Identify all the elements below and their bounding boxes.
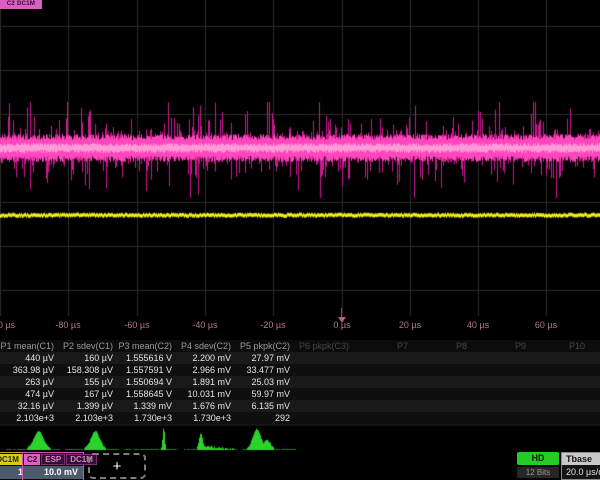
c2-trace-badge[interactable]: C2 DC1M (0, 0, 42, 9)
measure-cell (531, 376, 590, 388)
measure-cell (531, 352, 590, 364)
measure-cell (531, 400, 590, 412)
timebase-descriptor[interactable]: Tbase 20.0 µs/div (561, 452, 600, 480)
measure-cell (413, 400, 472, 412)
param-header-P2[interactable]: P2 sdev(C1) (59, 340, 118, 352)
time-axis-label: 40 µs (467, 320, 489, 330)
measure-cell (472, 400, 531, 412)
measure-cell: 474 µV (0, 388, 59, 400)
timebase-title: Tbase (562, 453, 600, 465)
measure-cell: 1.399 µV (59, 400, 118, 412)
c2-label: C2 (24, 454, 40, 465)
measure-cell (531, 388, 590, 400)
measure-cell (295, 364, 354, 376)
param-header-P8[interactable]: P8 (413, 340, 472, 352)
param-header-P3[interactable]: P3 mean(C2) (118, 340, 177, 352)
param-header-P10[interactable]: P10 (531, 340, 590, 352)
param-header-P6[interactable]: P6 pkpk(C3) (295, 340, 354, 352)
waveform-display[interactable] (0, 0, 600, 316)
param-header-P1[interactable]: P1 mean(C1) (0, 340, 59, 352)
measure-cell: 10.031 mV (177, 388, 236, 400)
measure-cell (531, 364, 590, 376)
measure-cell: 1.730e+3 (118, 412, 177, 424)
time-axis-label: 20 µs (399, 320, 421, 330)
measure-cell (413, 388, 472, 400)
measure-cell: 2.966 mV (177, 364, 236, 376)
measure-cell: 158.308 µV (59, 364, 118, 376)
measure-cell (295, 388, 354, 400)
time-axis-label: -100 µs (0, 320, 15, 330)
channel-c2-descriptor[interactable]: C2 ESP DC1M 10.0 mV (22, 452, 84, 480)
histicon-strip (0, 426, 600, 451)
measure-cell: 1.339 mV (118, 400, 177, 412)
measure-cell (354, 364, 413, 376)
measure-cell (531, 412, 590, 424)
measure-cell: 363.98 µV (0, 364, 59, 376)
measure-cell: 292 (236, 412, 295, 424)
measure-cell: 25.03 mV (236, 376, 295, 388)
param-header-P5[interactable]: P5 pkpk(C2) (236, 340, 295, 352)
measure-cell (472, 364, 531, 376)
measure-cell: 1.558645 V (118, 388, 177, 400)
measure-cell: 2.103e+3 (0, 412, 59, 424)
measure-cell: 1.676 mV (177, 400, 236, 412)
time-axis-label: -40 µs (192, 320, 217, 330)
measure-cell (472, 388, 531, 400)
timebase-scale-value: 20.0 µs/div (562, 465, 600, 479)
measure-cell: 6.135 mV (236, 400, 295, 412)
resolution-bits-label: 12 Bits (517, 467, 559, 478)
measure-cell (295, 412, 354, 424)
time-axis-label: -20 µs (260, 320, 285, 330)
measure-cell (413, 352, 472, 364)
measure-cell (354, 412, 413, 424)
add-trace-button[interactable]: + (88, 453, 146, 479)
measure-cell: 27.97 mV (236, 352, 295, 364)
oscilloscope-screen: C2 DC1M -100 µs-80 µs-60 µs-40 µs-20 µs0… (0, 0, 600, 480)
measure-cell: 33.477 mV (236, 364, 295, 376)
measure-cell (354, 400, 413, 412)
measure-cell (354, 388, 413, 400)
measure-cell: 2.103e+3 (59, 412, 118, 424)
measurement-table: P1 mean(C1)P2 sdev(C1)P3 mean(C2)P4 sdev… (0, 340, 600, 436)
measure-cell (413, 364, 472, 376)
measure-cell (295, 376, 354, 388)
measure-cell: 1.550694 V (118, 376, 177, 388)
time-axis-label: -80 µs (55, 320, 80, 330)
hd-mode-badge[interactable]: HD (517, 452, 559, 465)
measure-cell (413, 376, 472, 388)
param-header-P9[interactable]: P9 (472, 340, 531, 352)
measure-cell: 32.16 µV (0, 400, 59, 412)
measure-cell: 2.200 mV (177, 352, 236, 364)
measure-cell: 440 µV (0, 352, 59, 364)
c2-esp-badge: ESP (41, 454, 65, 465)
measure-cell (472, 412, 531, 424)
measure-cell (472, 352, 531, 364)
param-header-P7[interactable]: P7 (354, 340, 413, 352)
c1-coupling-badge: DC1M (0, 454, 22, 465)
measure-cell: 1.555616 V (118, 352, 177, 364)
trigger-position-marker[interactable] (338, 317, 346, 323)
measure-cell (354, 376, 413, 388)
measure-cell: 167 µV (59, 388, 118, 400)
param-header-P4[interactable]: P4 sdev(C2) (177, 340, 236, 352)
measure-cell: 59.97 mV (236, 388, 295, 400)
time-axis-label: 60 µs (535, 320, 557, 330)
measure-cell (413, 412, 472, 424)
time-axis: -100 µs-80 µs-60 µs-40 µs-20 µs0 µs20 µs… (0, 316, 600, 336)
measure-cell (295, 400, 354, 412)
measure-cell (295, 352, 354, 364)
measure-cell: 1.557591 V (118, 364, 177, 376)
measure-cell: 1.730e+3 (177, 412, 236, 424)
measure-cell: 263 µV (0, 376, 59, 388)
time-axis-label: -60 µs (124, 320, 149, 330)
c2-vdiv-value: 10.0 mV (23, 466, 83, 479)
measure-cell: 1.891 mV (177, 376, 236, 388)
measure-cell (354, 352, 413, 364)
measure-cell: 160 µV (59, 352, 118, 364)
measure-cell: 155 µV (59, 376, 118, 388)
measure-cell (472, 376, 531, 388)
